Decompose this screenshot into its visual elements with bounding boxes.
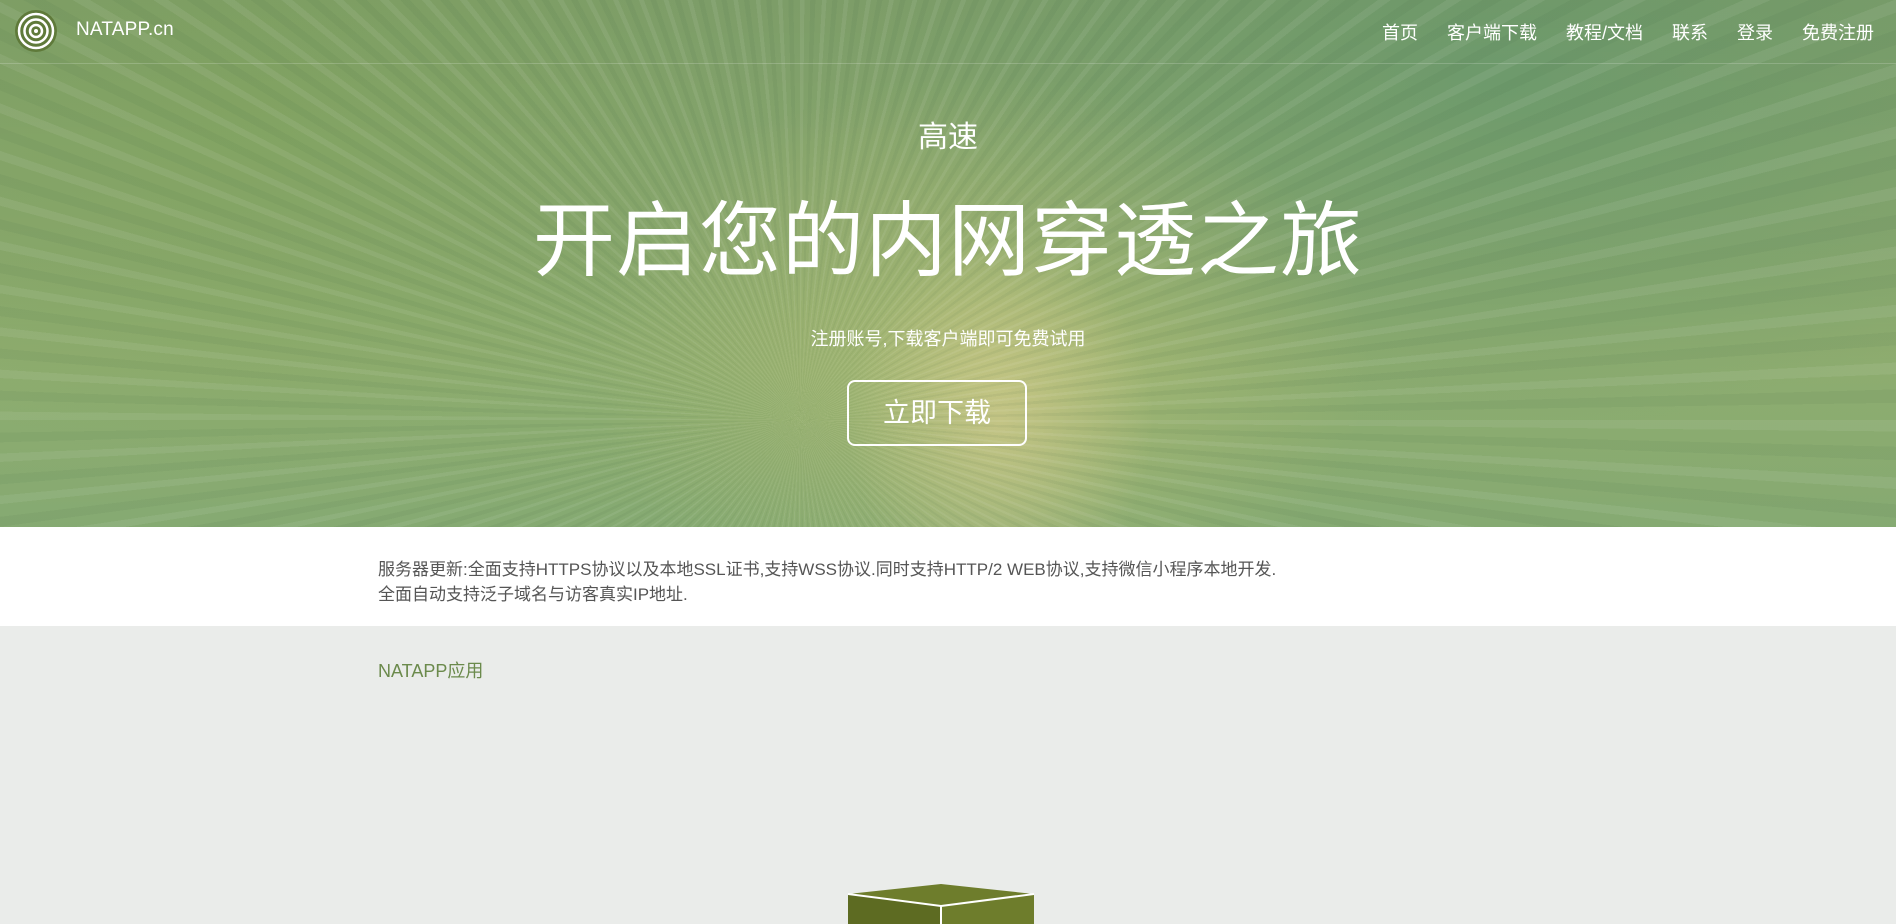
nav-menu: 首页 客户端下载 教程/文档 联系 登录 免费注册 <box>1353 19 1874 45</box>
notice-line-1: 服务器更新:全面支持HTTPS协议以及本地SSL证书,支持WSS协议.同时支持H… <box>378 560 1277 579</box>
nav-link-client-download[interactable]: 客户端下载 <box>1447 19 1537 45</box>
nav-link-contact[interactable]: 联系 <box>1672 19 1708 45</box>
notice-text: 服务器更新:全面支持HTTPS协议以及本地SSL证书,支持WSS协议.同时支持H… <box>378 557 1578 607</box>
hero-description: 注册账号,下载客户端即可免费试用 <box>810 329 1086 349</box>
apps-section: NATAPP应用 <box>0 626 1896 924</box>
nav-link-docs[interactable]: 教程/文档 <box>1566 19 1643 45</box>
apps-heading: NATAPP应用 <box>378 661 484 681</box>
nav-link-home[interactable]: 首页 <box>1382 19 1418 45</box>
top-navbar: NATAPP.cn 首页 客户端下载 教程/文档 联系 登录 免费注册 <box>0 0 1896 64</box>
hero-subtitle: 高速 <box>918 121 978 154</box>
logo-icon[interactable] <box>14 9 58 53</box>
download-now-button[interactable]: 立即下载 <box>847 380 1027 446</box>
nav-link-login[interactable]: 登录 <box>1737 19 1773 45</box>
box-icon <box>848 884 1034 924</box>
nav-link-register[interactable]: 免费注册 <box>1802 19 1874 45</box>
brand-link[interactable]: NATAPP.cn <box>76 19 174 41</box>
hero-title: 开启您的内网穿透之旅 <box>532 196 1363 287</box>
notice-line-2: 全面自动支持泛子域名与访客真实IP地址. <box>378 585 688 604</box>
server-update-notice: 服务器更新:全面支持HTTPS协议以及本地SSL证书,支持WSS协议.同时支持H… <box>0 527 1896 626</box>
